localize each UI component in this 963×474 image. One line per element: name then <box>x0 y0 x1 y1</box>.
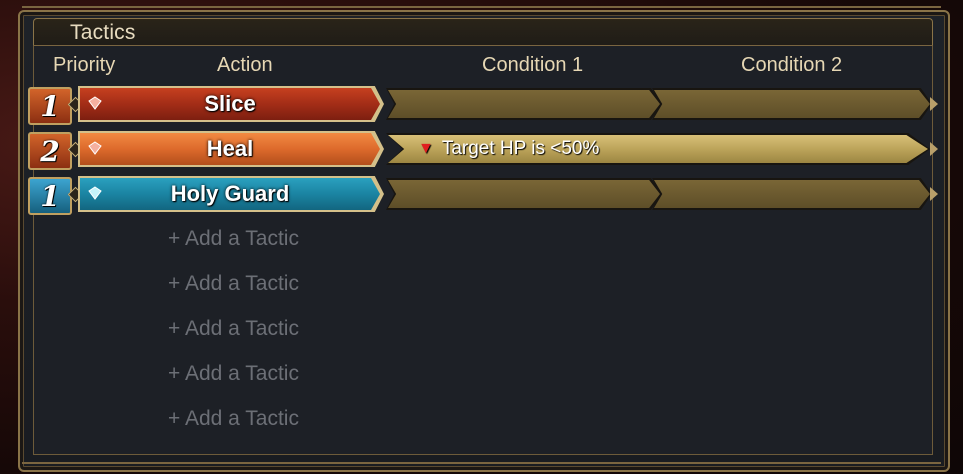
condition-2-slot[interactable] <box>654 90 930 118</box>
column-header-action: Action <box>217 54 273 76</box>
bottom-ornament <box>0 458 963 474</box>
condition-2-slot[interactable] <box>654 180 930 208</box>
title-tab <box>33 18 933 46</box>
chevron-right-icon <box>930 187 938 201</box>
action-label: Slice <box>204 91 256 116</box>
chevron-right-icon <box>930 97 938 111</box>
action-label: Heal <box>206 136 254 161</box>
priority-badge[interactable]: 1 <box>28 87 72 125</box>
add-tactic-button[interactable]: + Add a Tactic <box>168 407 299 431</box>
window-title: Tactics <box>70 21 136 44</box>
condition-1-slot[interactable] <box>388 180 660 208</box>
condition-1-slot[interactable]: ▼ Target HP is <50% <box>388 135 928 163</box>
chevron-right-icon <box>930 142 938 156</box>
column-header-priority: Priority <box>53 54 116 76</box>
column-header-condition-2: Condition 2 <box>741 54 843 76</box>
priority-badge[interactable]: 1 <box>28 177 72 215</box>
hp-down-icon: ▼ <box>418 140 434 157</box>
priority-badge[interactable]: 2 <box>28 132 72 170</box>
column-header-condition-1: Condition 1 <box>482 54 584 76</box>
condition-1-value: ▼ Target HP is <50% <box>418 137 599 161</box>
add-tactic-button[interactable]: + Add a Tactic <box>168 317 299 341</box>
condition-1-slot[interactable] <box>388 90 660 118</box>
action-label: Holy Guard <box>170 181 290 206</box>
tactic-row[interactable]: 2 Heal ▼ Target HP is <50% <box>28 129 938 170</box>
add-tactic-button[interactable]: + Add a Tactic <box>168 272 299 296</box>
tactic-row[interactable]: 1 Holy Guard <box>28 174 938 215</box>
add-tactic-button[interactable]: + Add a Tactic <box>168 227 299 251</box>
tactic-row[interactable]: 1 Slice <box>28 84 938 125</box>
add-tactic-button[interactable]: + Add a Tactic <box>168 362 299 386</box>
condition-1-label: Target HP is <50% <box>441 138 600 159</box>
